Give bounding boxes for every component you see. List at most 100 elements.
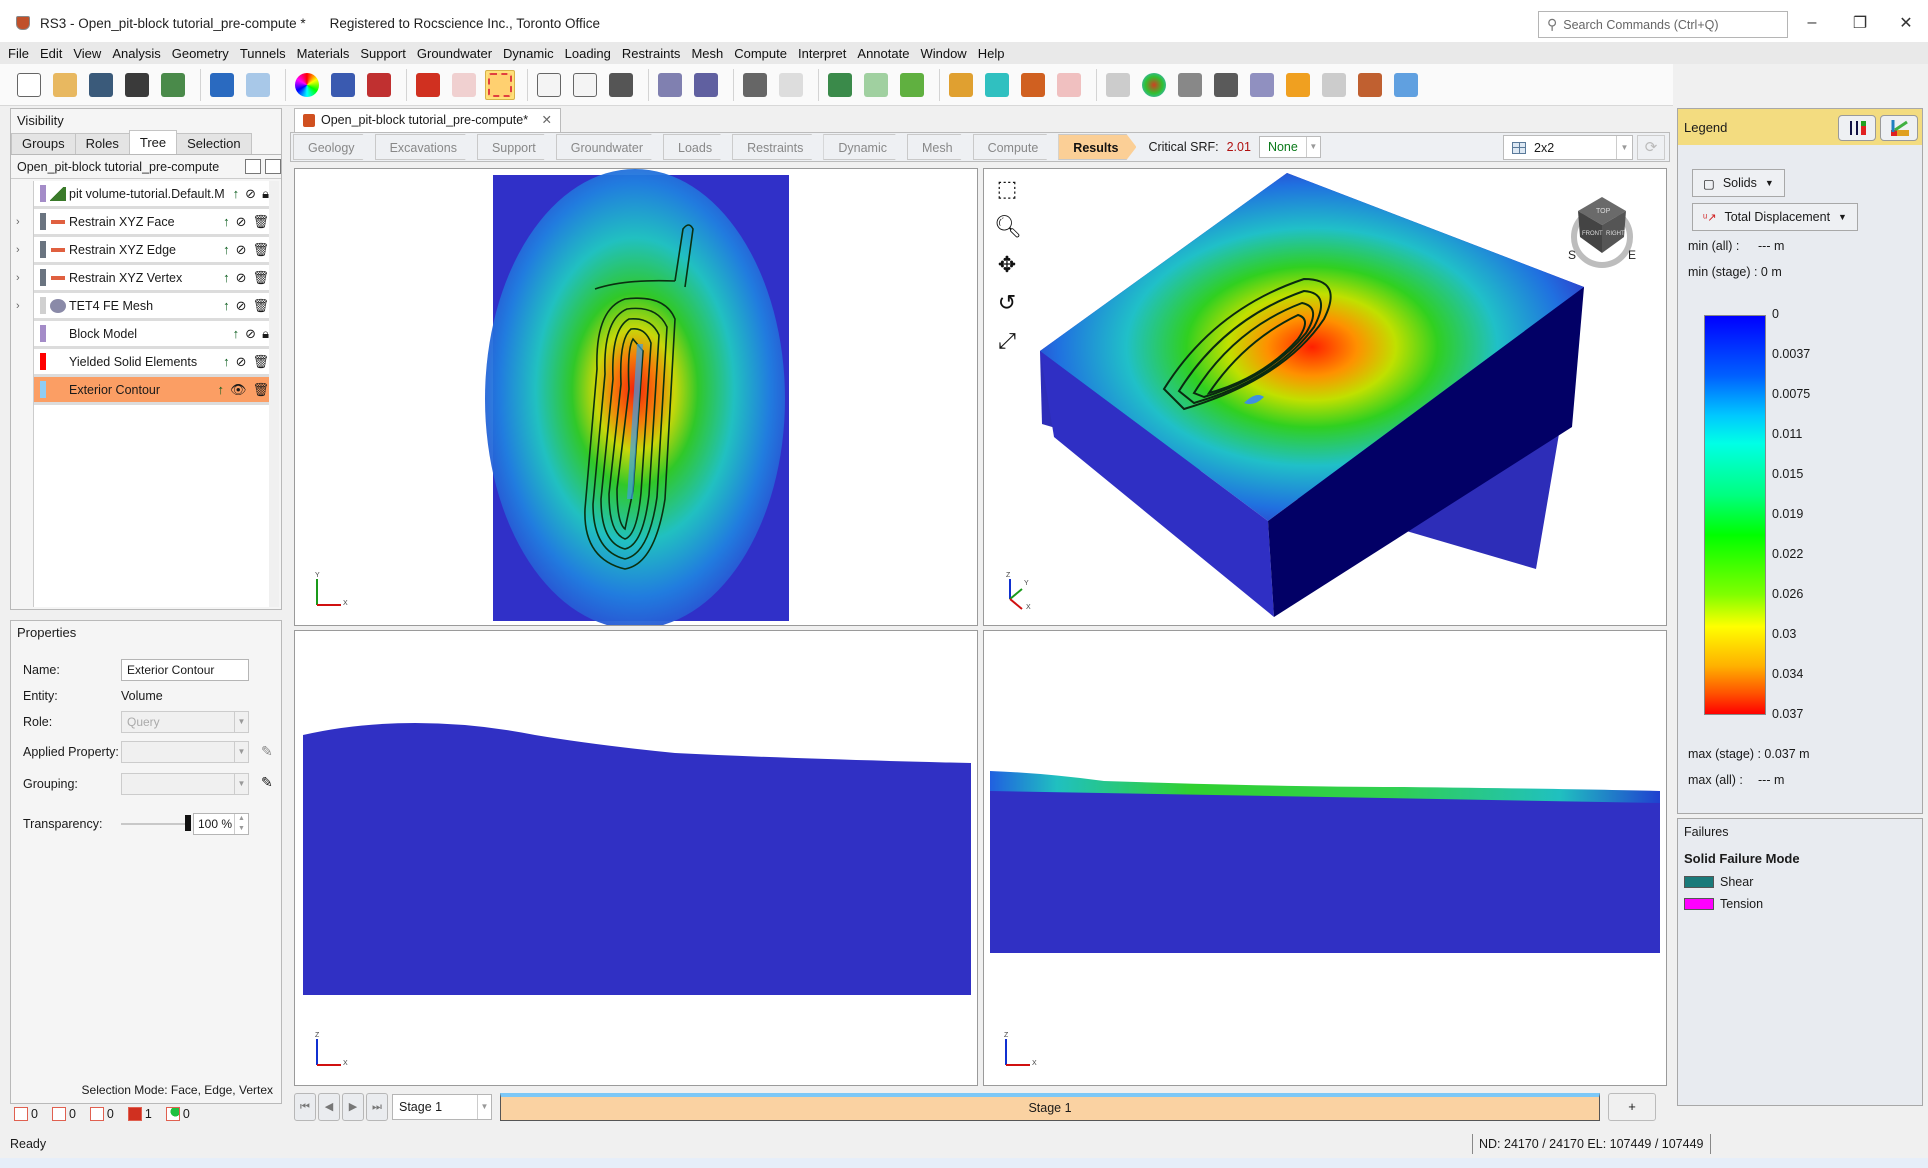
save-icon[interactable] bbox=[86, 70, 116, 100]
transparency-slider-track[interactable] bbox=[121, 823, 191, 825]
eye-hidden-icon[interactable]: ⊘ bbox=[245, 186, 256, 202]
box-green-icon[interactable] bbox=[861, 70, 891, 100]
image-export-icon[interactable] bbox=[328, 70, 358, 100]
tree-item[interactable]: pit volume-tutorial.Default.M ↑ ⊘ 🔒︎ bbox=[34, 181, 277, 209]
query-point-icon[interactable] bbox=[1175, 70, 1205, 100]
tab-tree[interactable]: Tree bbox=[128, 130, 178, 154]
copy-docs-icon[interactable] bbox=[740, 70, 770, 100]
eye-icon[interactable]: 👁︎ bbox=[230, 382, 247, 398]
polyline-tool-icon[interactable] bbox=[606, 70, 636, 100]
delete-icon[interactable]: 🗑︎ bbox=[252, 242, 269, 258]
tab-roles[interactable]: Roles bbox=[74, 133, 130, 154]
minimize-button[interactable]: – bbox=[1792, 8, 1832, 38]
menu-edit[interactable]: Edit bbox=[40, 46, 62, 61]
contour-options-button[interactable] bbox=[1838, 115, 1876, 141]
workflow-results[interactable]: Results bbox=[1058, 134, 1136, 160]
delete-icon[interactable]: 🗑︎ bbox=[252, 214, 269, 230]
workflow-dynamic[interactable]: Dynamic bbox=[823, 134, 905, 160]
delete-icon[interactable]: 🗑︎ bbox=[252, 270, 269, 286]
eye-hidden-icon[interactable]: ⊘ bbox=[236, 214, 247, 230]
grouping-select[interactable]: ▼ bbox=[121, 773, 249, 795]
name-field[interactable]: Exterior Contour bbox=[121, 659, 249, 681]
import-surface-icon[interactable] bbox=[691, 70, 721, 100]
move-up-icon[interactable]: ↑ bbox=[217, 382, 224, 398]
move-up-icon[interactable]: ↑ bbox=[223, 354, 230, 370]
import-points-icon[interactable] bbox=[1391, 70, 1421, 100]
eye-hidden-icon[interactable]: ⊘ bbox=[245, 326, 256, 342]
menu-materials[interactable]: Materials bbox=[297, 46, 350, 61]
menu-support[interactable]: Support bbox=[360, 46, 406, 61]
refresh-icon[interactable]: ⟳ bbox=[1637, 135, 1665, 160]
expand-arrow-icon[interactable]: › bbox=[16, 216, 20, 228]
tree-item[interactable]: Yielded Solid Elements ↑ ⊘ 🗑︎ bbox=[34, 349, 277, 377]
move-up-icon[interactable]: ↑ bbox=[223, 298, 230, 314]
menu-dynamic[interactable]: Dynamic bbox=[503, 46, 554, 61]
move-up-icon[interactable]: ↑ bbox=[223, 270, 230, 286]
menu-window[interactable]: Window bbox=[920, 46, 966, 61]
color-wheel-icon[interactable] bbox=[292, 70, 322, 100]
tunnel-icon[interactable] bbox=[1211, 70, 1241, 100]
tree-item[interactable]: Exterior Contour ↑ 👁︎ 🗑︎ bbox=[34, 377, 277, 405]
box-colored-icon[interactable] bbox=[897, 70, 927, 100]
eye-hidden-icon[interactable]: ⊘ bbox=[236, 270, 247, 286]
close-tab-icon[interactable]: ✕ bbox=[542, 113, 552, 127]
building-chart-icon[interactable] bbox=[1018, 70, 1048, 100]
delete-icon[interactable]: 🗑︎ bbox=[252, 298, 269, 314]
viewport-section[interactable]: ZX bbox=[983, 630, 1667, 1086]
menu-geometry[interactable]: Geometry bbox=[172, 46, 229, 61]
add-stage-button[interactable]: + bbox=[1608, 1093, 1656, 1121]
tab-groups[interactable]: Groups bbox=[11, 133, 76, 154]
lock-icon[interactable]: 🔒︎ bbox=[262, 186, 269, 202]
menu-groundwater[interactable]: Groundwater bbox=[417, 46, 492, 61]
menu-analysis[interactable]: Analysis bbox=[112, 46, 160, 61]
zoom-extents-icon[interactable]: ⤢ bbox=[994, 327, 1020, 355]
select-box-icon[interactable] bbox=[485, 69, 515, 100]
workflow-geology[interactable]: Geology bbox=[293, 134, 373, 160]
chart-export-icon[interactable] bbox=[776, 70, 806, 100]
viewport-front[interactable]: ZX bbox=[294, 630, 978, 1086]
pan-icon[interactable]: ✥ bbox=[994, 251, 1020, 279]
eye-hidden-icon[interactable]: ⊘ bbox=[236, 354, 247, 370]
menu-view[interactable]: View bbox=[73, 46, 101, 61]
report-icon[interactable] bbox=[158, 70, 188, 100]
tab-selection[interactable]: Selection bbox=[176, 133, 252, 154]
legend-settings-button[interactable] bbox=[1880, 115, 1918, 141]
box-rainbow-icon[interactable] bbox=[946, 70, 976, 100]
transparency-slider-handle[interactable] bbox=[185, 815, 191, 831]
workflow-groundwater[interactable]: Groundwater bbox=[556, 134, 661, 160]
workflow-restraints[interactable]: Restraints bbox=[732, 134, 821, 160]
rotate-icon[interactable]: ↺ bbox=[994, 289, 1020, 317]
expand-arrow-icon[interactable]: › bbox=[16, 244, 20, 256]
spinner-icon[interactable]: ▲ ▼ bbox=[234, 814, 248, 834]
next-stage-button[interactable]: ▶ bbox=[342, 1093, 364, 1121]
graph-icon[interactable] bbox=[1319, 70, 1349, 100]
move-up-icon[interactable]: ↑ bbox=[233, 326, 240, 342]
zoom-window-icon[interactable]: ⬚ bbox=[994, 175, 1020, 203]
open-folder-icon[interactable] bbox=[50, 70, 80, 100]
collapse-all-icon[interactable] bbox=[265, 159, 281, 174]
workflow-compute[interactable]: Compute bbox=[973, 134, 1057, 160]
tree-scrollbar[interactable] bbox=[269, 181, 279, 607]
contour-blob-icon[interactable] bbox=[1139, 70, 1169, 100]
close-button[interactable]: ✕ bbox=[1886, 8, 1926, 38]
viewport-3d[interactable]: ⬚ 🔍︎ ✥ ↺ ⤢ TOP FRONT RIGHT S E Z Y X bbox=[983, 168, 1667, 626]
search-commands-input[interactable]: ⚲ Search Commands (Ctrl+Q) bbox=[1538, 11, 1788, 38]
box-gray-icon[interactable] bbox=[1103, 70, 1133, 100]
move-up-icon[interactable]: ↑ bbox=[223, 242, 230, 258]
import-block-icon[interactable] bbox=[1355, 70, 1385, 100]
menu-file[interactable]: File bbox=[8, 46, 29, 61]
box-red-outline-icon[interactable] bbox=[1054, 70, 1084, 100]
eye-hidden-icon[interactable]: ⊘ bbox=[236, 242, 247, 258]
view-toggle-icon[interactable] bbox=[825, 70, 855, 100]
stage-band[interactable]: Stage 1 bbox=[500, 1093, 1600, 1121]
filter-icon[interactable] bbox=[1283, 70, 1313, 100]
workflow-loads[interactable]: Loads bbox=[663, 134, 730, 160]
document-tab[interactable]: Open_pit-block tutorial_pre-compute* ✕ bbox=[294, 108, 562, 132]
delete-icon[interactable]: 🗑︎ bbox=[252, 382, 269, 398]
restore-button[interactable]: ❐ bbox=[1840, 8, 1880, 38]
zoom-icon[interactable]: 🔍︎ bbox=[994, 213, 1022, 241]
menu-mesh[interactable]: Mesh bbox=[691, 46, 723, 61]
shapes-icon[interactable] bbox=[655, 70, 685, 100]
eye-hidden-icon[interactable]: ⊘ bbox=[236, 298, 247, 314]
move-up-icon[interactable]: ↑ bbox=[233, 186, 240, 202]
